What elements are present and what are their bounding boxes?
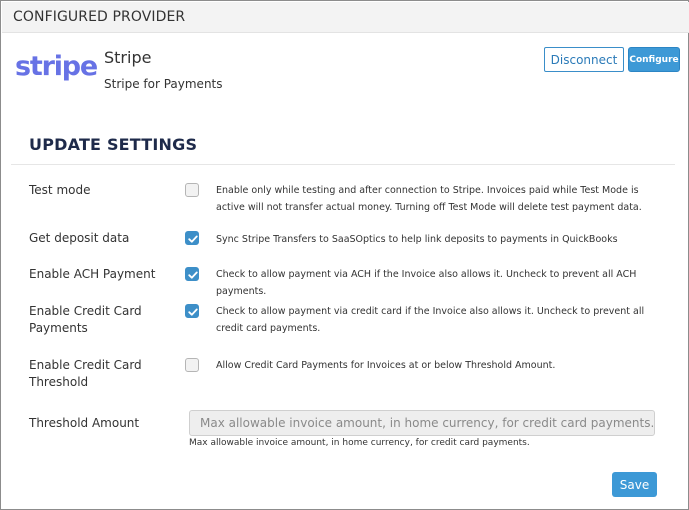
- threshold-amount-input[interactable]: [189, 410, 655, 436]
- panel-header: CONFIGURED PROVIDER: [2, 2, 689, 33]
- enable-cc-threshold-description: Allow Credit Card Payments for Invoices …: [216, 360, 556, 371]
- panel-title: CONFIGURED PROVIDER: [13, 9, 186, 25]
- section-title: UPDATE SETTINGS: [29, 135, 198, 154]
- get-deposit-data-description: Sync Stripe Transfers to SaaSOptics to h…: [216, 234, 618, 245]
- enable-cc-threshold-label: Enable Credit Card Threshold: [29, 358, 142, 389]
- configured-provider-panel: CONFIGURED PROVIDER stripe Stripe Stripe…: [0, 0, 689, 510]
- get-deposit-data-checkbox[interactable]: [185, 231, 199, 245]
- test-mode-checkbox[interactable]: [185, 183, 199, 197]
- disconnect-button[interactable]: Disconnect: [544, 47, 624, 72]
- check-icon: [188, 271, 198, 279]
- enable-credit-card-checkbox[interactable]: [185, 304, 199, 318]
- section-divider: [11, 164, 675, 165]
- threshold-amount-label: Threshold Amount: [29, 416, 140, 430]
- enable-ach-description: Check to allow payment via ACH if the In…: [216, 269, 637, 297]
- check-icon: [188, 235, 198, 243]
- stripe-logo: stripe: [15, 51, 98, 82]
- provider-description: Stripe for Payments: [104, 77, 223, 91]
- get-deposit-data-label: Get deposit data: [29, 231, 130, 245]
- enable-credit-card-description: Check to allow payment via credit card i…: [216, 306, 645, 334]
- test-mode-description: Enable only while testing and after conn…: [216, 185, 642, 213]
- threshold-amount-help: Max allowable invoice amount, in home cu…: [189, 438, 530, 448]
- check-icon: [188, 308, 198, 316]
- test-mode-label: Test mode: [29, 183, 91, 197]
- configure-button[interactable]: Configure: [628, 47, 680, 72]
- enable-cc-threshold-checkbox[interactable]: [185, 358, 199, 372]
- enable-ach-label: Enable ACH Payment: [29, 267, 156, 281]
- enable-ach-checkbox[interactable]: [185, 267, 199, 281]
- save-button[interactable]: Save: [612, 472, 657, 497]
- provider-name: Stripe: [104, 48, 152, 67]
- enable-credit-card-label: Enable Credit Card Payments: [29, 304, 142, 335]
